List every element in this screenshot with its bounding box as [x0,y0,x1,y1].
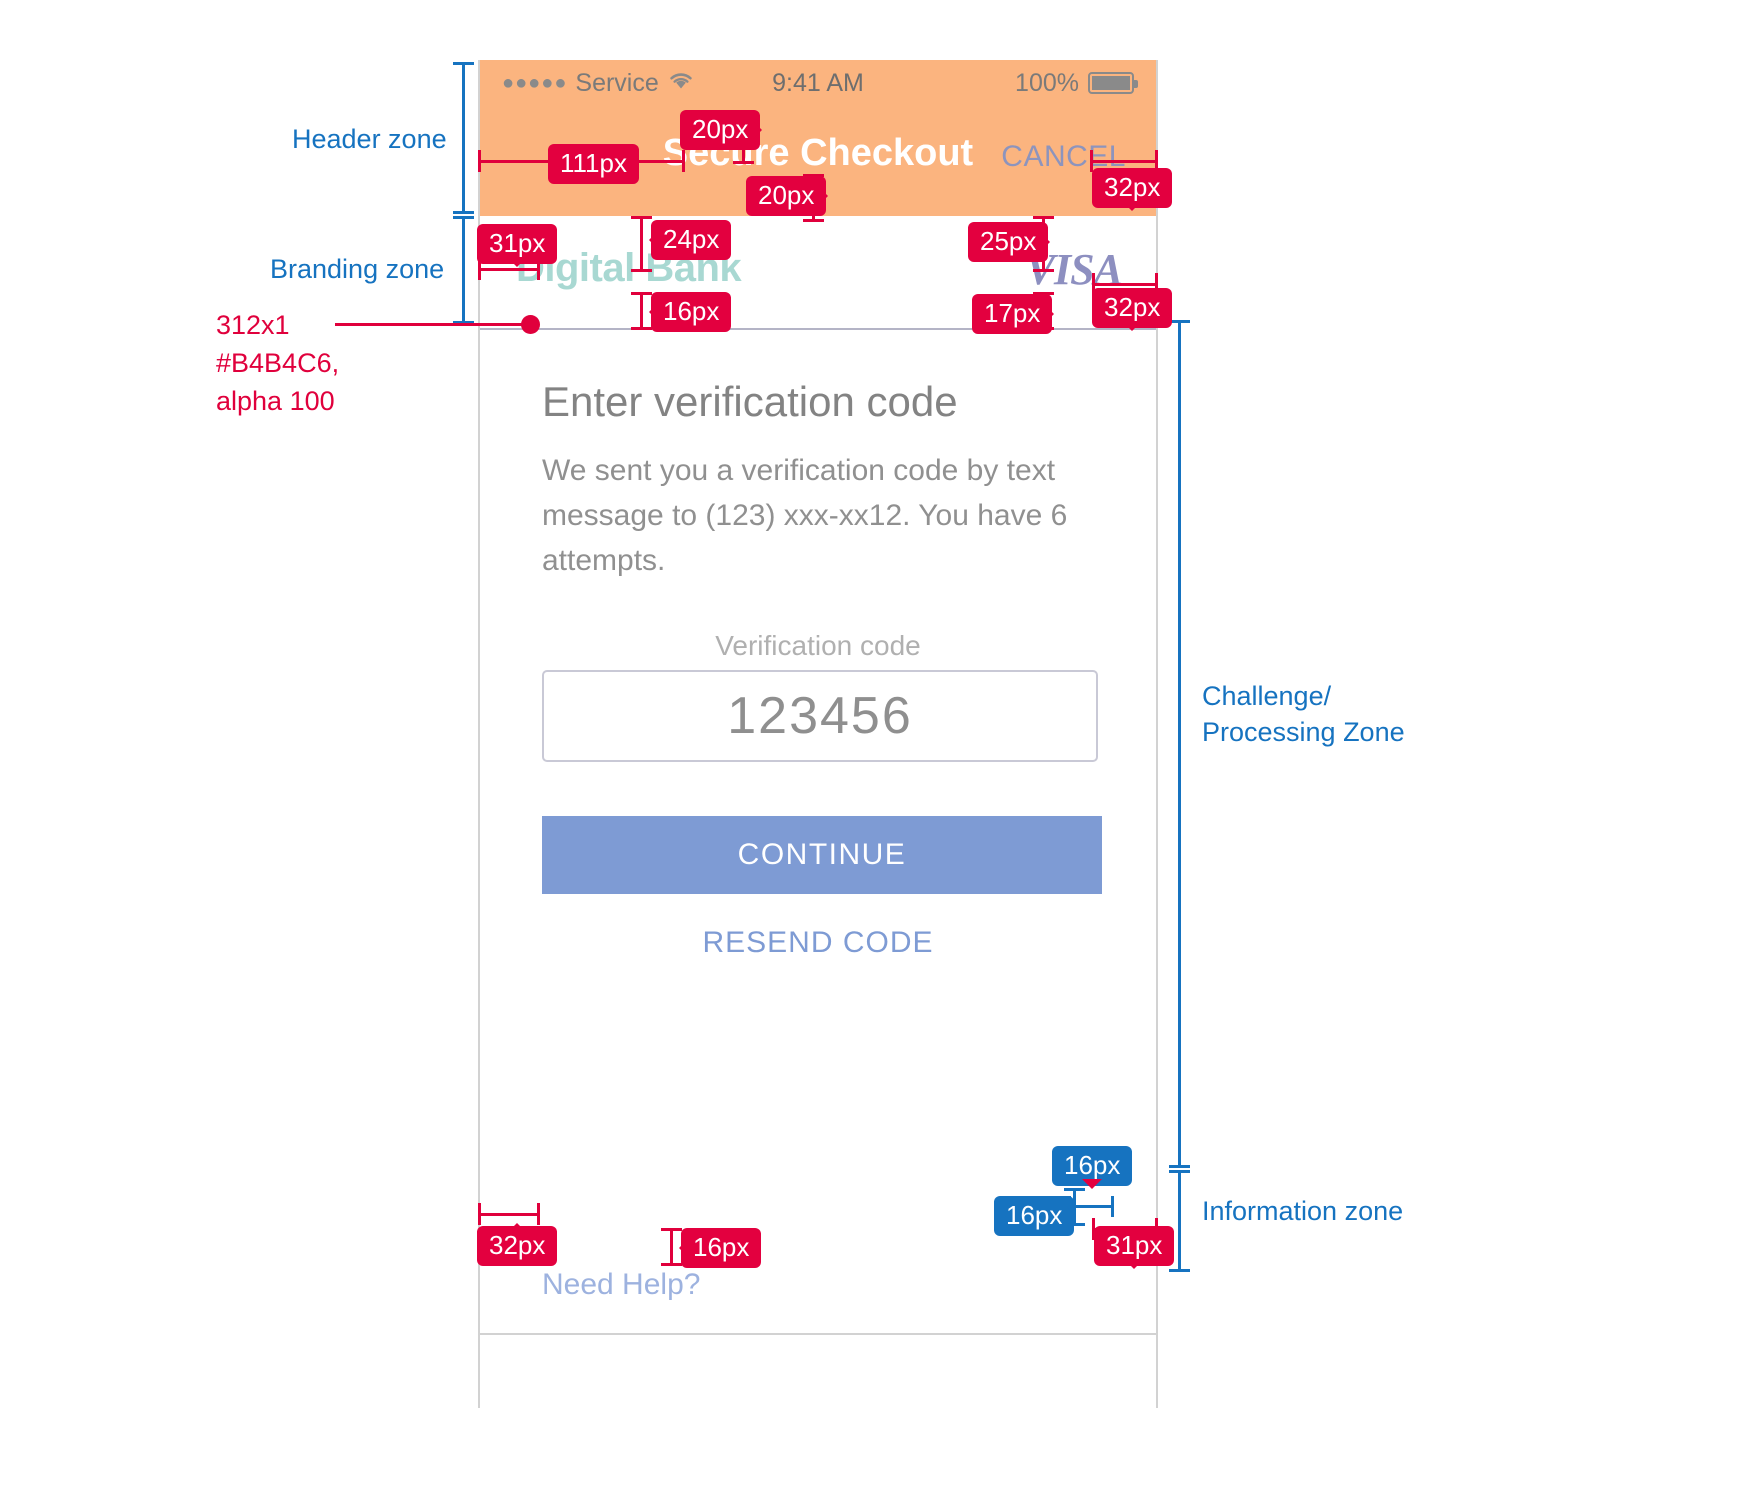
information-zone-bracket [1169,1170,1190,1272]
measure-tag-help-bottom: 16px [678,1228,762,1268]
battery-full-icon [1088,72,1138,94]
status-bar-right: 100% [1015,68,1138,98]
verification-code-value: 123456 [727,687,913,745]
status-bar: ●●●●● Service 9:41 AM 100% [480,60,1156,106]
measure-tag-title-top: 20px [680,110,763,150]
measure-tag-help-left: 32px [477,1223,558,1266]
header-zone-bracket [453,62,474,214]
challenge-zone-label-line1: Challenge/ [1202,681,1332,711]
measure-tag-card-top: 25px [968,222,1051,262]
challenge-zone-label-line2: Processing Zone [1202,717,1405,747]
title-left-dim-cap-start [478,150,481,172]
battery-percent-label: 100% [1015,68,1079,97]
measure-tag-brand-top: 24px [648,220,732,260]
card-right-dim-line [1092,283,1158,286]
spec-canvas: ●●●●● Service 9:41 AM 100% Secure Checko… [0,0,1750,1506]
divider-spec-size: 312x1 [216,310,290,340]
information-zone-label: Information zone [1202,1196,1404,1226]
cancel-right-dim-cap-start [1090,150,1093,172]
challenge-zone-bracket [1169,320,1190,1168]
measure-tag-title-bottom: 20px [746,176,829,216]
continue-button-label: CONTINUE [737,838,907,871]
divider-callout-dot [521,315,540,334]
content-heading: Enter verification code [542,378,958,425]
challenge-zone-label: Challenge/ Processing Zone [1202,678,1405,750]
measure-tag-cancel-right: 32px [1092,168,1173,211]
header-zone-label: Header zone [292,124,447,154]
measure-tag-help-right: 31px [1094,1226,1175,1269]
verification-code-label: Verification code [715,630,921,661]
verification-code-input[interactable]: 123456 [542,670,1098,762]
measure-tag-card-bottom: 17px [972,294,1055,334]
help-left-dim-cap-end [537,1203,540,1225]
divider-spec-text: 312x1 #B4B4C6, alpha 100 [216,306,406,420]
help-left-dim-cap-start [478,1203,481,1225]
title-left-dim-cap-end [682,150,685,172]
divider-spec-alpha: alpha 100 [216,386,335,416]
footer-divider [480,1333,1156,1335]
branding-zone-label: Branding zone [270,254,445,284]
resend-code-button[interactable]: RESEND CODE [480,926,1156,960]
continue-button[interactable]: CONTINUE [542,816,1102,894]
measure-tag-card-right: 32px [1092,288,1173,331]
measure-tag-brand-bottom: 16px [648,292,732,332]
measure-tag-title-left: 111px [548,144,639,184]
branding-zone-bracket [453,216,474,324]
need-help-link[interactable]: Need Help? [542,1268,700,1302]
measure-tag-brand-left: 31px [477,224,558,267]
content-body: We sent you a verification code by text … [542,454,1068,577]
divider-spec-color: #B4B4C6, [216,348,340,378]
measure-tag-info-horizontal: 16px [994,1196,1077,1236]
measure-tag-info-vertical: 16px [1052,1146,1133,1189]
cancel-right-dim-line [1090,160,1158,163]
divider-line [480,328,1156,330]
